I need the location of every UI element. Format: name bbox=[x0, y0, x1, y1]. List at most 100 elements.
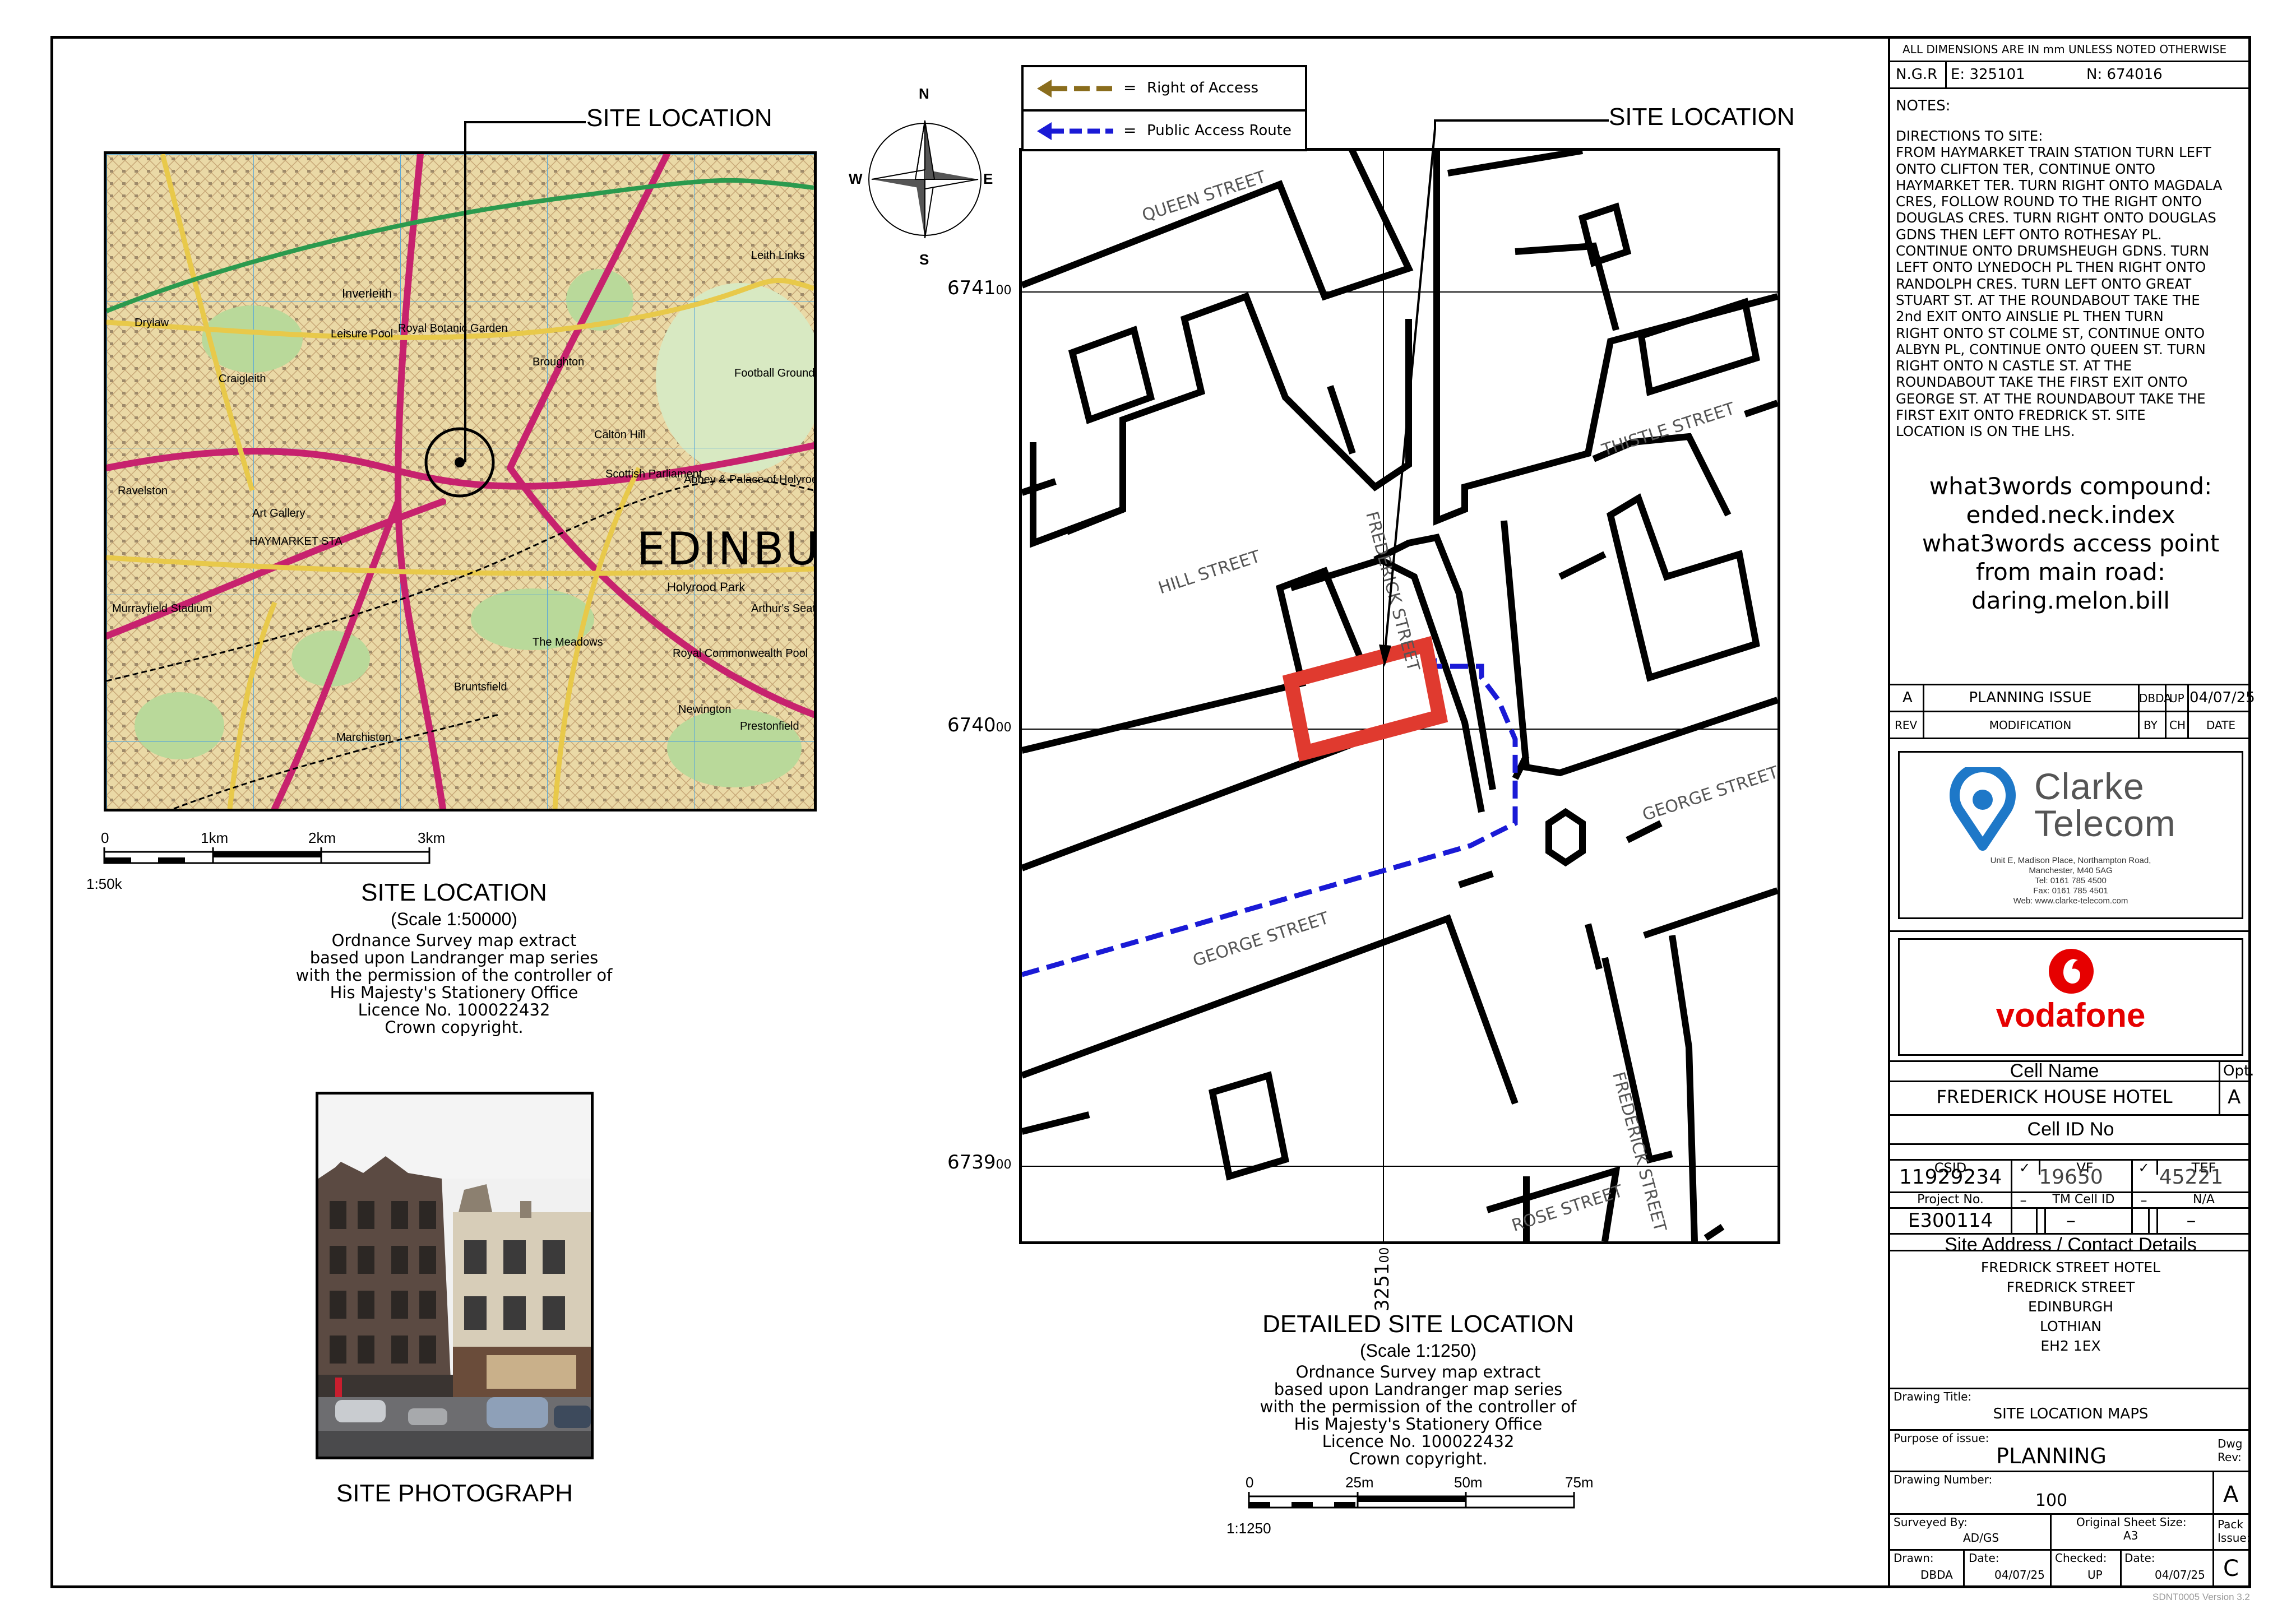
rev-header: REV bbox=[1895, 718, 1918, 732]
direction-line: CONTINUE ONTO DRUMSHEUGH GDNS. TURN bbox=[1896, 243, 2210, 259]
cell-name-label: Cell Name bbox=[2010, 1060, 2099, 1082]
direction-line: ONTO CLIFTON TER, CONTINUE ONTO bbox=[1896, 160, 2155, 177]
overview-label: Scottish Parliament bbox=[605, 468, 702, 480]
northing-main: 6740 bbox=[947, 714, 996, 736]
address-line: FREDRICK STREET HOTEL bbox=[1980, 1259, 2161, 1276]
rev-header-date: DATE bbox=[2206, 718, 2236, 732]
direction-line: DOUGLAS CRES. TURN RIGHT ONTO DOUGLAS bbox=[1896, 210, 2216, 226]
direction-line: 2nd EXIT ONTO AINSLIE PL THEN TURN bbox=[1896, 308, 2164, 325]
overview-credit: Ordnance Survey map extract based upon L… bbox=[269, 932, 639, 1036]
credit-line: Licence No. 100022432 bbox=[1322, 1432, 1515, 1451]
address-line: LOTHIAN bbox=[2040, 1318, 2101, 1334]
scale-tick-label: 50m bbox=[1454, 1474, 1483, 1491]
tm-value: – bbox=[2066, 1209, 2076, 1232]
direction-line: STUART ST. AT THE ROUNDABOUT TAKE THE bbox=[1896, 291, 2200, 308]
northing-main: 6741 bbox=[947, 277, 996, 299]
rev-by: DBDA bbox=[2139, 692, 2172, 705]
overview-label: Craigleith bbox=[219, 373, 266, 385]
purpose-label: Purpose of issue: bbox=[1894, 1431, 1989, 1445]
credit-line: based upon Landranger map series bbox=[309, 948, 599, 967]
overview-label: Drylaw bbox=[135, 317, 169, 329]
rev-header-ch: CH bbox=[2169, 718, 2186, 732]
legend-label: Right of Access bbox=[1147, 80, 1259, 96]
scale-tick-label: 0 bbox=[1246, 1474, 1254, 1491]
drawn-value: DBDA bbox=[1920, 1568, 1953, 1582]
rule bbox=[1890, 930, 2251, 932]
overview-label: Prestonfield bbox=[740, 720, 799, 732]
map-legend: = Right of Access = Public Access Route bbox=[1021, 65, 1307, 151]
direction-line: FIRST EXIT ONTO FREDRICK ST. SITE bbox=[1896, 407, 2146, 424]
direction-line: GEORGE ST. AT THE ROUNDABOUT TAKE THE bbox=[1896, 390, 2206, 407]
rule bbox=[1890, 684, 2251, 685]
rule bbox=[2187, 684, 2189, 738]
northing-label: 674100 bbox=[947, 277, 1012, 299]
credit-line: Crown copyright. bbox=[385, 1018, 524, 1037]
overview-label: Art Gallery bbox=[252, 507, 305, 520]
rule bbox=[1890, 1143, 2251, 1145]
overview-leader-line bbox=[464, 121, 586, 462]
overview-label: Murrayfield Stadium bbox=[112, 602, 212, 615]
easting-main: 3251 bbox=[1371, 1263, 1394, 1311]
rev-desc: PLANNING ISSUE bbox=[1969, 689, 2092, 706]
overview-scale-bar bbox=[103, 847, 430, 864]
drawn-label: Drawn: bbox=[1894, 1551, 1934, 1565]
address-label: Site Address / Contact Details bbox=[1945, 1234, 2197, 1255]
cell-id-label: Cell ID No bbox=[2027, 1119, 2114, 1140]
overview-label: HAYMARKET STA bbox=[249, 535, 342, 548]
credit-line: Ordnance Survey map extract bbox=[1295, 1362, 1541, 1381]
overview-label: The Meadows bbox=[533, 636, 603, 648]
surveyed-value: AD/GS bbox=[1963, 1531, 1999, 1545]
csid-value: 11929234 bbox=[1899, 1166, 2002, 1189]
scale-tick-label: 1km bbox=[201, 829, 229, 846]
ngr-northing: N: 674016 bbox=[2086, 66, 2163, 83]
direction-line: LOCATION IS ON THE LHS. bbox=[1896, 423, 2075, 440]
rule bbox=[1890, 1549, 2251, 1551]
rev-ch: UP bbox=[2169, 692, 2184, 705]
checked-value: UP bbox=[2087, 1568, 2103, 1582]
overview-site-location-label: SITE LOCATION bbox=[586, 104, 772, 132]
na-dash: – bbox=[2140, 1193, 2147, 1208]
credit-line: His Majesty's Stationery Office bbox=[330, 983, 578, 1002]
credit-line: with the permission of the controller of bbox=[295, 966, 613, 985]
overview-label: Newington bbox=[678, 703, 732, 716]
legend-row: = Public Access Route bbox=[1035, 120, 1304, 142]
w3w-line: from main road: bbox=[1976, 558, 2165, 586]
ngr-label: N.G.R bbox=[1896, 66, 1938, 83]
ngr-easting: E: 325101 bbox=[1951, 66, 2025, 83]
overview-label: Football Ground bbox=[734, 367, 815, 379]
version-label: SDNT0005 Version 3.2 bbox=[2152, 1592, 2250, 1602]
address-line: EDINBURGH bbox=[2027, 1299, 2114, 1315]
project-value: E300114 bbox=[1908, 1209, 1993, 1232]
direction-line: FROM HAYMARKET TRAIN STATION TURN LEFT bbox=[1896, 144, 2211, 161]
legend-label: Public Access Route bbox=[1147, 122, 1292, 139]
credit-line: His Majesty's Stationery Office bbox=[1294, 1415, 1543, 1434]
overview-label: Leith Links bbox=[751, 249, 805, 262]
overview-label: Marchiston bbox=[336, 731, 391, 744]
scale-tick-label: 0 bbox=[101, 829, 109, 846]
directions: DIRECTIONS TO SITE: FROM HAYMARKET TRAIN… bbox=[1896, 128, 2222, 440]
legend-eq: = bbox=[1123, 121, 1137, 140]
overview-title: SITE LOCATION bbox=[361, 879, 547, 906]
credit-line: Crown copyright. bbox=[1349, 1449, 1488, 1468]
rule bbox=[1890, 1471, 2251, 1472]
direction-line: RIGHT ONTO N CASTLE ST. AT THE bbox=[1896, 358, 2132, 374]
photo-caption: SITE PHOTOGRAPH bbox=[336, 1480, 573, 1507]
tm-dash: – bbox=[2020, 1193, 2027, 1208]
rule bbox=[2120, 1549, 2122, 1586]
detail-scale-bar bbox=[1248, 1492, 1575, 1509]
client-name: vodafone bbox=[1996, 996, 2146, 1034]
direction-line: DIRECTIONS TO SITE: bbox=[1896, 128, 2043, 144]
date2-label: Date: bbox=[2124, 1551, 2155, 1565]
surveyed-label: Surveyed By: bbox=[1894, 1515, 1968, 1529]
credit-line: based upon Landranger map series bbox=[1274, 1380, 1563, 1399]
direction-line: RIGHT ONTO ST COLME ST, CONTINUE ONTO bbox=[1896, 324, 2205, 341]
scale-tick-label: 25m bbox=[1345, 1474, 1374, 1491]
overview-label: Holyrood Park bbox=[667, 580, 746, 594]
rule bbox=[1890, 61, 2251, 62]
rule bbox=[1890, 1207, 2251, 1209]
rev-header-desc: MODIFICATION bbox=[1989, 718, 2072, 732]
overview-label: Bruntsfield bbox=[454, 681, 507, 693]
company-address: Unit E, Madison Place, Northampton Road,… bbox=[1900, 856, 2242, 906]
legend-row: = Right of Access bbox=[1035, 77, 1304, 100]
rule bbox=[1890, 711, 2251, 712]
